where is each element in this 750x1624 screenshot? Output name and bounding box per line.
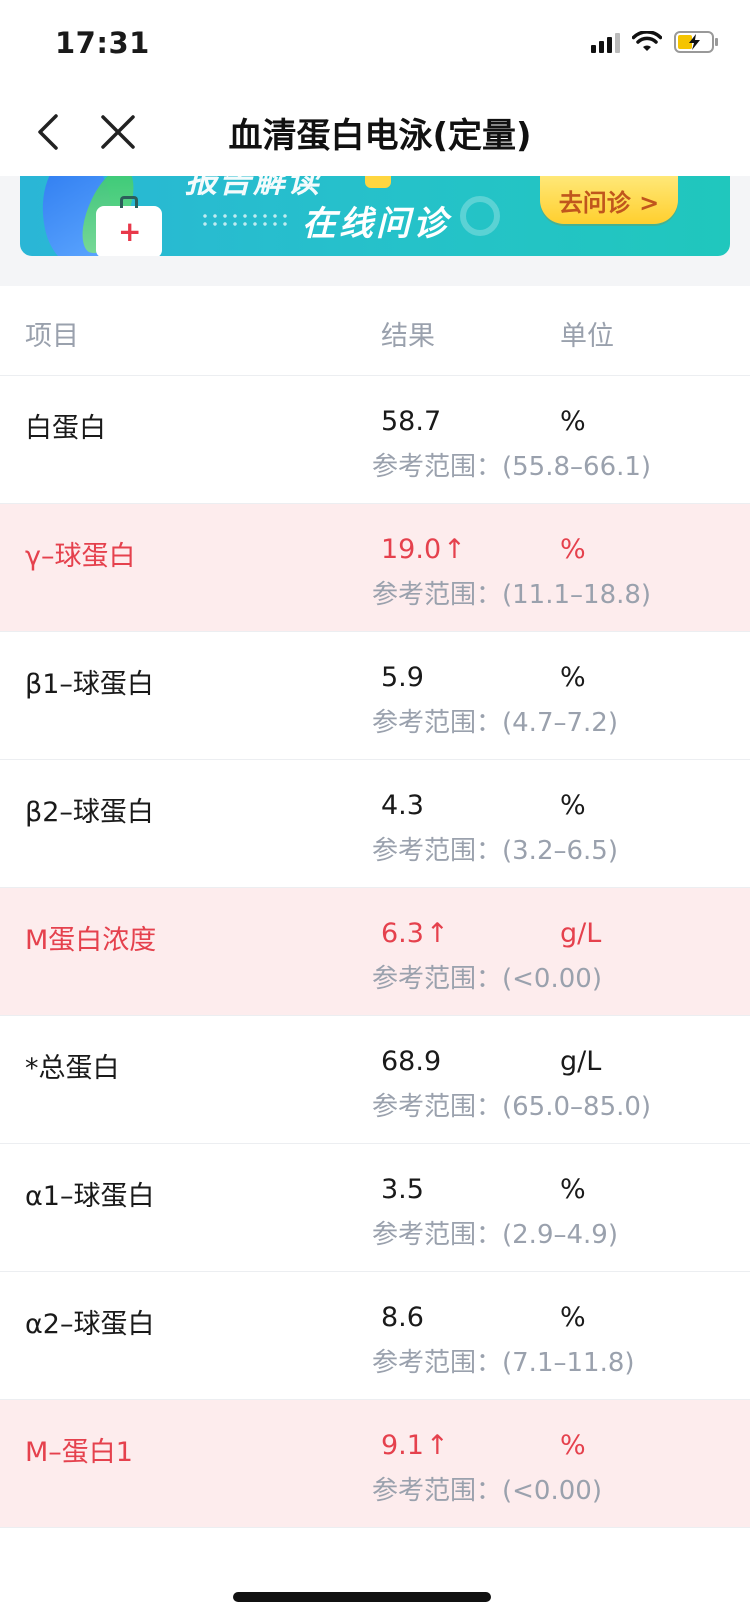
row-item-name: γ–球蛋白 [25, 541, 136, 572]
row-reference-range: 参考范围：(<0.00) [372, 964, 602, 994]
row-result-value: 6.3↑ [381, 918, 449, 949]
row-item-name: β1–球蛋白 [25, 669, 154, 700]
table-row[interactable]: β2–球蛋白 4.3% 参考范围：(3.2–6.5) [0, 760, 750, 888]
row-item-name: *总蛋白 [25, 1053, 120, 1084]
go-consult-button[interactable]: 去问诊 > [540, 176, 678, 224]
row-reference-range: 参考范围：(11.1–18.8) [372, 580, 652, 610]
row-result-value: 8.6 [381, 1302, 424, 1333]
row-unit: g/L [560, 918, 602, 949]
status-bar: 17:31 [0, 0, 750, 88]
row-reference-range: 参考范围：(3.2–6.5) [372, 836, 618, 866]
banner-main-text: 在线问诊 [302, 204, 450, 244]
header-result: 结果 [381, 321, 435, 352]
wifi-icon [632, 31, 662, 53]
table-row[interactable]: γ–球蛋白 19.0↑% 参考范围：(11.1–18.8) [0, 504, 750, 632]
header-unit: 单位 [560, 321, 614, 352]
nav-bar: 血清蛋白电泳(定量) [0, 88, 750, 176]
arrow-up-icon: ↑ [425, 918, 449, 949]
table-body: 白蛋白 58.7% 参考范围：(55.8–66.1) γ–球蛋白 19.0↑% 参考范围：… [0, 376, 750, 1528]
row-result-value: 4.3 [381, 790, 424, 821]
row-reference-range: 参考范围：(7.1–11.8) [372, 1348, 635, 1378]
arrow-up-icon: ↑ [425, 1430, 449, 1461]
row-result-value: 9.1↑ [381, 1430, 449, 1461]
table-row[interactable]: M蛋白浓度 6.3↑ g/L 参考范围：(<0.00) [0, 888, 750, 1016]
row-reference-range: 参考范围：(55.8–66.1) [372, 452, 652, 482]
header-item: 项目 [25, 321, 79, 352]
row-unit: % [560, 1430, 586, 1461]
row-item-name: α2–球蛋白 [25, 1309, 155, 1340]
table-row[interactable]: 白蛋白 58.7% 参考范围：(55.8–66.1) [0, 376, 750, 504]
row-result-value: 58.7 [381, 406, 442, 437]
chat-bubble-icon [365, 176, 391, 188]
row-item-name: 白蛋白 [25, 413, 106, 444]
row-reference-range: 参考范围：(<0.00) [372, 1476, 602, 1506]
row-item-name: M蛋白浓度 [25, 925, 157, 956]
row-result-value: 3.5 [381, 1174, 424, 1205]
results-table: 项目 结果 单位 白蛋白 58.7% 参考范围：(55.8–66.1) γ–球蛋白 19… [0, 286, 750, 1528]
row-item-name: α1–球蛋白 [25, 1181, 155, 1212]
online-consult-banner[interactable]: + 报告解读 在线问诊 去问诊 > [20, 176, 730, 256]
table-row[interactable]: β1–球蛋白 5.9% 参考范围：(4.7–7.2) [0, 632, 750, 760]
table-row[interactable]: α1–球蛋白 3.5% 参考范围：(2.9–4.9) [0, 1144, 750, 1272]
row-unit: g/L [560, 1046, 602, 1077]
banner-top-text: 报告解读 [185, 176, 322, 200]
arrow-up-icon: ↑ [443, 534, 466, 565]
row-result-value: 5.9 [381, 662, 424, 693]
row-unit: % [560, 406, 586, 437]
table-row[interactable]: α2–球蛋白 8.6% 参考范围：(7.1–11.8) [0, 1272, 750, 1400]
cellular-signal-icon [591, 31, 620, 53]
row-unit: % [560, 790, 586, 821]
row-reference-range: 参考范围：(4.7–7.2) [372, 708, 618, 738]
row-result-value: 68.9 [381, 1046, 442, 1077]
dots-decoration [200, 212, 292, 228]
medical-kit-icon: + [96, 196, 162, 256]
row-reference-range: 参考范围：(2.9–4.9) [372, 1220, 618, 1250]
row-item-name: M–蛋白1 [25, 1437, 133, 1468]
home-indicator[interactable] [233, 1592, 491, 1602]
table-row[interactable]: *总蛋白 68.9 g/L 参考范围：(65.0–85.0) [0, 1016, 750, 1144]
table-header: 项目 结果 单位 [0, 286, 750, 376]
row-item-name: β2–球蛋白 [25, 797, 154, 828]
row-reference-range: 参考范围：(65.0–85.0) [372, 1092, 652, 1122]
row-unit: % [560, 534, 586, 565]
banner-section: + 报告解读 在线问诊 去问诊 > [0, 176, 750, 286]
row-unit: % [560, 662, 586, 693]
row-unit: % [560, 1302, 586, 1333]
ring-decoration [460, 196, 500, 236]
row-result-value: 19.0↑ [381, 534, 466, 565]
battery-charging-icon [674, 30, 720, 54]
row-unit: % [560, 1174, 586, 1205]
status-icons [591, 30, 720, 54]
table-row[interactable]: M–蛋白1 9.1↑% 参考范围：(<0.00) [0, 1400, 750, 1528]
status-time: 17:31 [55, 26, 150, 60]
page-title: 血清蛋白电泳(定量) [228, 116, 532, 156]
